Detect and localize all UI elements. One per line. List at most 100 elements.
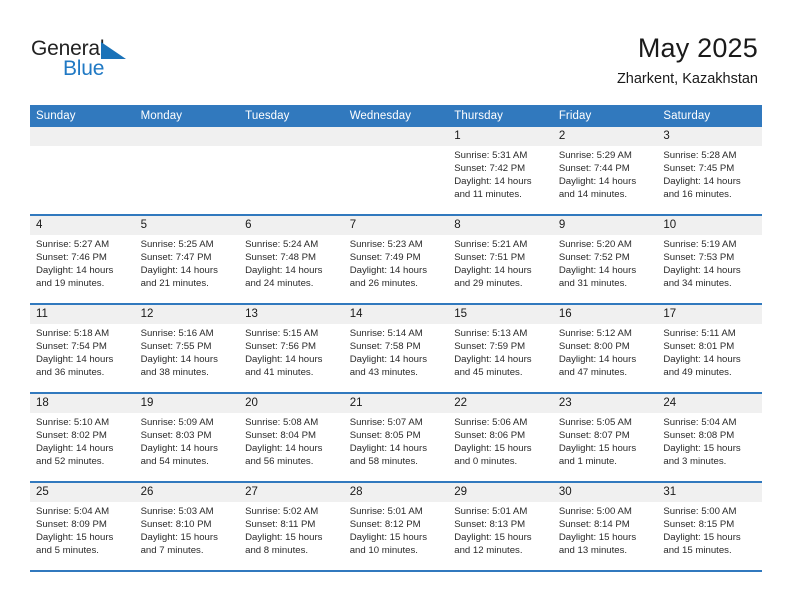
day-cell-inner: 19 Sunrise: 5:09 AM Sunset: 8:03 PM Dayligh… (134, 394, 240, 479)
day-number: 24 (657, 394, 762, 413)
sun-times-line: Sunset: 8:08 PM (663, 430, 735, 442)
sun-times-line: Sunset: 8:13 PM (454, 519, 526, 531)
calendar-day-cell[interactable]: 7 Sunrise: 5:23 AM Sunset: 7:49 PM Daylight… (343, 215, 449, 305)
calendar-day-cell[interactable]: 21 Sunrise: 5:07 AM Sunset: 8:05 PM Dayligh… (343, 393, 449, 483)
sun-times-line: Daylight: 15 hours (140, 532, 218, 544)
calendar-day-cell[interactable]: 3 Sunrise: 5:28 AM Sunset: 7:45 PM Daylight… (657, 127, 762, 216)
sun-times-line: Daylight: 14 hours (663, 265, 741, 277)
sun-times-line: Daylight: 14 hours (454, 354, 532, 366)
day-cell-inner: 12 Sunrise: 5:16 AM Sunset: 7:55 PM Dayligh… (134, 305, 240, 390)
sun-times-line: and 14 minutes. (558, 189, 628, 201)
calendar-day-cell[interactable]: 6 Sunrise: 5:24 AM Sunset: 7:48 PM Daylight… (239, 215, 344, 305)
sun-times-line: Daylight: 14 hours (558, 176, 637, 188)
calendar-day-cell[interactable]: 9 Sunrise: 5:20 AM Sunset: 7:52 PM Daylight… (552, 215, 658, 305)
sun-times-line: Daylight: 14 hours (245, 443, 323, 455)
sun-times-line: Sunset: 7:44 PM (558, 163, 630, 175)
sun-times-line: and 7 minutes. (140, 545, 204, 557)
day-cell-inner (134, 127, 240, 212)
sun-times-line: Sunrise: 5:14 AM (349, 328, 423, 339)
sun-times-line: Daylight: 15 hours (454, 443, 532, 455)
calendar-day-cell[interactable]: 26 Sunrise: 5:03 AM Sunset: 8:10 PM Dayligh… (134, 482, 240, 572)
calendar-day-cell[interactable]: 29 Sunrise: 5:01 AM Sunset: 8:13 PM Dayligh… (448, 482, 553, 572)
day-cell-inner: 14 Sunrise: 5:14 AM Sunset: 7:58 PM Dayligh… (343, 305, 449, 390)
day-cell-inner: 17 Sunrise: 5:11 AM Sunset: 8:01 PM Dayligh… (657, 305, 762, 390)
sun-times-block: Sunrise: 5:06 AM Sunset: 8:06 PM Daylight:… (448, 413, 553, 468)
calendar-day-cell[interactable]: 14 Sunrise: 5:14 AM Sunset: 7:58 PM Dayligh… (343, 304, 449, 394)
day-number: 16 (552, 305, 658, 324)
day-cell-inner: 6 Sunrise: 5:24 AM Sunset: 7:48 PM Daylight… (239, 216, 344, 301)
calendar-day-cell[interactable]: 12 Sunrise: 5:16 AM Sunset: 7:55 PM Dayligh… (134, 304, 240, 394)
sun-times-line: Sunset: 8:06 PM (454, 430, 526, 442)
day-cell-inner: 20 Sunrise: 5:08 AM Sunset: 8:04 PM Dayligh… (239, 394, 344, 479)
sun-times-block: Sunrise: 5:11 AM Sunset: 8:01 PM Daylight:… (657, 324, 762, 379)
sun-times-line: Sunrise: 5:01 AM (454, 506, 528, 517)
calendar-day-cell[interactable]: 4 Sunrise: 5:27 AM Sunset: 7:46 PM Daylight… (30, 215, 135, 305)
sun-times-line: Sunrise: 5:10 AM (36, 417, 110, 428)
sun-times-line: Sunset: 7:58 PM (349, 341, 421, 353)
day-number: 12 (134, 305, 240, 324)
day-number: 23 (552, 394, 658, 413)
sun-times-line: Daylight: 15 hours (245, 532, 323, 544)
sun-times-line: Sunset: 7:42 PM (454, 163, 526, 175)
calendar-day-cell[interactable]: 30 Sunrise: 5:00 AM Sunset: 8:14 PM Dayligh… (552, 482, 658, 572)
sun-times-line: Sunset: 8:04 PM (245, 430, 317, 442)
calendar-day-cell[interactable]: 23 Sunrise: 5:05 AM Sunset: 8:07 PM Dayligh… (552, 393, 658, 483)
day-number: 2 (552, 127, 658, 146)
sun-times-line: Sunrise: 5:15 AM (245, 328, 319, 339)
calendar-page: General Blue May 2025 Zharkent, Kazakhst… (0, 0, 792, 612)
sun-times-line: and 36 minutes. (36, 367, 105, 379)
calendar-day-cell[interactable]: 1 Sunrise: 5:31 AM Sunset: 7:42 PM Daylight… (448, 127, 553, 216)
sun-times-line: Sunrise: 5:09 AM (140, 417, 214, 428)
sun-times-line: Daylight: 14 hours (349, 443, 428, 455)
sun-times-line: and 0 minutes. (454, 456, 518, 468)
calendar-day-cell[interactable]: 15 Sunrise: 5:13 AM Sunset: 7:59 PM Dayligh… (448, 304, 553, 394)
calendar-day-cell[interactable]: 8 Sunrise: 5:21 AM Sunset: 7:51 PM Daylight… (448, 215, 553, 305)
sun-times-block: Sunrise: 5:20 AM Sunset: 7:52 PM Daylight:… (553, 235, 658, 290)
sun-times-line: Sunrise: 5:20 AM (558, 239, 632, 250)
calendar-week-row: 4 Sunrise: 5:27 AM Sunset: 7:46 PM Daylight… (30, 215, 762, 305)
sun-times-block: Sunrise: 5:04 AM Sunset: 8:08 PM Daylight:… (657, 413, 762, 468)
day-number: 9 (552, 216, 658, 235)
calendar-day-cell[interactable]: 16 Sunrise: 5:12 AM Sunset: 8:00 PM Dayligh… (552, 304, 658, 394)
day-number: 5 (134, 216, 240, 235)
sun-times-block: Sunrise: 5:16 AM Sunset: 7:55 PM Daylight:… (135, 324, 240, 379)
sun-times-block (135, 146, 240, 149)
calendar-day-cell[interactable]: 5 Sunrise: 5:25 AM Sunset: 7:47 PM Daylight… (134, 215, 240, 305)
general-blue-logo[interactable]: General Blue (31, 38, 151, 84)
day-number: 26 (134, 483, 240, 502)
day-number: 10 (657, 216, 762, 235)
day-number: 22 (448, 394, 553, 413)
sun-times-line: Sunset: 8:12 PM (349, 519, 421, 531)
calendar-day-cell[interactable]: 24 Sunrise: 5:04 AM Sunset: 8:08 PM Dayligh… (657, 393, 762, 483)
sun-times-block: Sunrise: 5:00 AM Sunset: 8:14 PM Daylight:… (553, 502, 658, 557)
calendar-day-cell[interactable]: 13 Sunrise: 5:15 AM Sunset: 7:56 PM Dayligh… (239, 304, 344, 394)
weekday-header-saturday: Saturday (657, 105, 762, 127)
sun-times-line: Sunrise: 5:24 AM (245, 239, 319, 250)
calendar-day-cell[interactable]: 25 Sunrise: 5:04 AM Sunset: 8:09 PM Dayligh… (30, 482, 135, 572)
sun-times-line: Sunset: 8:10 PM (140, 519, 212, 531)
sun-times-block: Sunrise: 5:21 AM Sunset: 7:51 PM Daylight:… (448, 235, 553, 290)
triangle-icon (101, 42, 126, 59)
day-cell-inner: 24 Sunrise: 5:04 AM Sunset: 8:08 PM Dayligh… (657, 394, 762, 479)
calendar-day-cell[interactable]: 18 Sunrise: 5:10 AM Sunset: 8:02 PM Dayligh… (30, 393, 135, 483)
calendar-day-cell[interactable]: 10 Sunrise: 5:19 AM Sunset: 7:53 PM Dayligh… (657, 215, 762, 305)
calendar-day-cell[interactable]: 19 Sunrise: 5:09 AM Sunset: 8:03 PM Dayligh… (134, 393, 240, 483)
sun-times-line: Sunrise: 5:01 AM (349, 506, 423, 517)
calendar-day-cell[interactable]: 22 Sunrise: 5:06 AM Sunset: 8:06 PM Dayligh… (448, 393, 553, 483)
sun-times-block: Sunrise: 5:23 AM Sunset: 7:49 PM Daylight:… (344, 235, 449, 290)
calendar-day-cell[interactable]: 17 Sunrise: 5:11 AM Sunset: 8:01 PM Dayligh… (657, 304, 762, 394)
sun-times-line: Daylight: 14 hours (454, 176, 532, 188)
sun-times-line: Sunset: 7:54 PM (36, 341, 107, 353)
calendar-day-cell-empty (30, 127, 135, 216)
sun-times-block: Sunrise: 5:12 AM Sunset: 8:00 PM Daylight:… (553, 324, 658, 379)
calendar-day-cell[interactable]: 11 Sunrise: 5:18 AM Sunset: 7:54 PM Dayligh… (30, 304, 135, 394)
calendar-day-cell[interactable]: 2 Sunrise: 5:29 AM Sunset: 7:44 PM Daylight… (552, 127, 658, 216)
calendar-day-cell[interactable]: 28 Sunrise: 5:01 AM Sunset: 8:12 PM Dayligh… (343, 482, 449, 572)
calendar-day-cell[interactable]: 31 Sunrise: 5:00 AM Sunset: 8:15 PM Dayligh… (657, 482, 762, 572)
calendar-day-cell[interactable]: 20 Sunrise: 5:08 AM Sunset: 8:04 PM Dayligh… (239, 393, 344, 483)
day-number: 15 (448, 305, 553, 324)
sun-times-line: Daylight: 14 hours (558, 265, 637, 277)
weekday-header-monday: Monday (134, 105, 240, 127)
sun-times-line: Sunset: 8:15 PM (663, 519, 735, 531)
calendar-day-cell[interactable]: 27 Sunrise: 5:02 AM Sunset: 8:11 PM Dayligh… (239, 482, 344, 572)
